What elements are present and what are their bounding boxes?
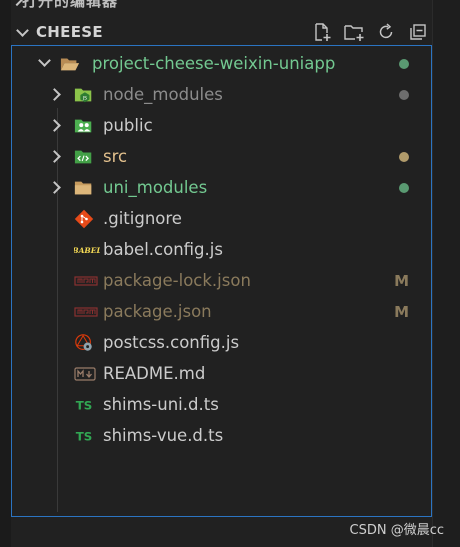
open-editors-header[interactable]: 打开的编辑器 [22, 0, 118, 10]
typescript-icon: TS [74, 395, 94, 415]
tree-item-node-modules[interactable]: JS node_modules [12, 79, 431, 110]
refresh-icon [379, 23, 393, 39]
tree-item-label: node_modules [103, 85, 223, 104]
section-title: CHEESE [36, 23, 103, 41]
folder-open-icon [60, 54, 80, 74]
refresh-button[interactable] [373, 19, 399, 45]
git-icon [74, 209, 94, 229]
npm-icon [74, 271, 98, 291]
src-folder-icon [74, 147, 94, 167]
tree-item-label: public [103, 116, 153, 135]
svg-text:TS: TS [76, 398, 93, 412]
tree-root-folder[interactable]: project-cheese-weixin-uniapp [12, 48, 431, 79]
chevron-right-icon [47, 149, 61, 163]
svg-text:JS: JS [82, 95, 87, 101]
chevron-right-icon [47, 180, 61, 194]
git-modified-badge: M [394, 271, 409, 290]
new-folder-button[interactable] [341, 19, 367, 45]
babel-icon: BABEL [74, 240, 100, 260]
file-tree: project-cheese-weixin-uniapp JS node_mod… [11, 45, 432, 517]
typescript-icon: TS [74, 426, 94, 446]
explorer-section-header[interactable]: CHEESE [11, 19, 433, 45]
tree-item-label: postcss.config.js [103, 333, 240, 352]
collapse-all-button[interactable] [405, 19, 431, 45]
chevron-right-icon [47, 118, 61, 132]
git-status-dot [399, 89, 409, 100]
new-file-icon [315, 23, 331, 41]
chevron-right-icon [47, 87, 61, 101]
markdown-icon [74, 364, 96, 384]
tree-item-label: babel.config.js [103, 240, 223, 259]
tree-item-public[interactable]: public [12, 110, 431, 141]
svg-text:BABEL: BABEL [74, 246, 100, 255]
chevron-down-icon [16, 23, 29, 37]
npm-icon [74, 302, 98, 322]
activity-bar-edge [0, 0, 11, 547]
tree-item-package-json[interactable]: package.json M [12, 296, 431, 327]
tree-item-uni-modules[interactable]: uni_modules [12, 172, 431, 203]
tree-item-label: README.md [103, 364, 206, 383]
tree-item-label: project-cheese-weixin-uniapp [92, 54, 336, 73]
tree-item-gitignore[interactable]: .gitignore [12, 203, 431, 234]
tree-item-label: package-lock.json [103, 271, 251, 290]
svg-text:TS: TS [76, 429, 93, 443]
editor-area-edge [432, 0, 460, 547]
tree-item-label: shims-vue.d.ts [103, 426, 224, 445]
git-modified-badge: M [394, 302, 409, 321]
tree-item-postcss-config[interactable]: postcss.config.js [12, 327, 431, 358]
git-status-dot [399, 182, 409, 193]
new-file-button[interactable] [309, 19, 335, 45]
tree-item-label: .gitignore [103, 209, 182, 228]
git-status-dot [399, 58, 409, 69]
tree-item-readme[interactable]: README.md [12, 358, 431, 389]
tree-item-src[interactable]: src [12, 141, 431, 172]
tree-item-label: package.json [103, 302, 212, 321]
git-status-dot [399, 151, 409, 162]
tree-item-label: shims-uni.d.ts [103, 395, 219, 414]
public-folder-icon [74, 116, 94, 136]
section-actions [309, 19, 431, 45]
tree-item-babel-config[interactable]: BABEL babel.config.js [12, 234, 431, 265]
tree-item-shims-uni[interactable]: TS shims-uni.d.ts [12, 389, 431, 420]
tree-item-package-lock[interactable]: package-lock.json M [12, 265, 431, 296]
chevron-down-icon [37, 54, 51, 67]
folder-icon [74, 178, 94, 198]
postcss-icon [74, 333, 94, 353]
collapse-all-icon [410, 24, 426, 40]
new-folder-icon [344, 25, 364, 41]
tree-item-label: uni_modules [103, 178, 208, 197]
tree-item-label: src [103, 147, 128, 166]
node-modules-folder-icon: JS [74, 85, 94, 105]
watermark: CSDN @微晨cc [349, 523, 445, 538]
tree-item-shims-vue[interactable]: TS shims-vue.d.ts [12, 420, 431, 451]
